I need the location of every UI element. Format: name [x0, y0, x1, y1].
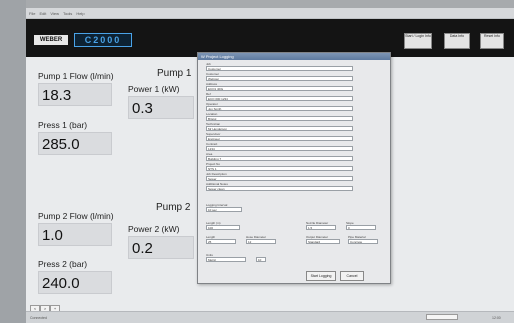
brand-logo: WEBER	[34, 35, 68, 45]
pump1-flow-value: 18.3	[38, 83, 112, 106]
field-input[interactable]: Sewer	[206, 176, 353, 181]
field-input[interactable]: ECO1 4DG	[206, 86, 353, 91]
pump2-flow-value: 1.0	[38, 223, 112, 246]
setting-input[interactable]: 12	[246, 239, 276, 244]
setting-input[interactable]: 10	[256, 257, 266, 262]
press2-label: Press 2 (bar)	[38, 259, 88, 269]
pump2-title: Pump 2	[156, 202, 191, 213]
field-input[interactable]: Jon Smith	[206, 106, 353, 111]
start-logging-button[interactable]: Start Logging	[306, 271, 336, 281]
setting-input[interactable]: 1.5	[306, 225, 336, 230]
field-input[interactable]: Customer	[206, 66, 353, 71]
setting-input[interactable]: 100	[206, 225, 240, 230]
menu-bar: File Edit View Tools Help	[26, 8, 514, 19]
field-input[interactable]: Bristol	[206, 116, 353, 121]
menu-item-help[interactable]: Help	[76, 11, 84, 16]
app-window: File Edit View Tools Help WEBER C2000 St…	[26, 8, 514, 323]
field-input[interactable]: Sewer clean	[206, 186, 353, 191]
press1-label: Press 1 (bar)	[38, 120, 88, 130]
press2-value: 240.0	[38, 271, 112, 294]
cancel-button[interactable]: Cancel	[340, 271, 364, 281]
menu-item-view[interactable]: View	[50, 11, 59, 16]
press1-value: 285.0	[38, 132, 112, 155]
pump1-power-value: 0.3	[128, 96, 194, 119]
start-login-button[interactable]: Start / Login Info	[404, 33, 432, 49]
field-input[interactable]: Webster	[206, 76, 353, 81]
setting-input[interactable]: Concrete	[348, 239, 378, 244]
dialog-title: W Project Logging	[198, 53, 390, 60]
monitor-bezel-top	[0, 0, 514, 8]
pump1-flow-label: Pump 1 Flow (l/min)	[38, 71, 114, 81]
status-bar: Connected 12:00	[26, 311, 514, 323]
setting-input[interactable]: 0	[346, 225, 376, 230]
menu-item-tools[interactable]: Tools	[63, 11, 72, 16]
brand-area: WEBER C2000	[34, 33, 132, 47]
status-text: Connected	[30, 316, 47, 320]
status-time: 12:00	[492, 316, 501, 320]
monitor-bezel-left	[0, 0, 26, 323]
setting-input[interactable]: Standard	[306, 239, 340, 244]
data-button[interactable]: Data Info	[444, 33, 470, 49]
field-input[interactable]: Building 7	[206, 156, 353, 161]
setting-input[interactable]: 25	[206, 239, 236, 244]
status-scrollbar[interactable]	[426, 314, 458, 320]
project-logging-dialog: W Project Logging Job Customer Customer …	[197, 52, 391, 284]
pump2-flow-label: Pump 2 Flow (l/min)	[38, 211, 114, 221]
field-input[interactable]: ECO 000 1234	[206, 96, 353, 101]
pump1-title: Pump 1	[157, 68, 192, 79]
reset-button[interactable]: Reset Info	[480, 33, 504, 49]
model-name: C2000	[74, 33, 132, 47]
units-select[interactable]: Metric	[206, 257, 246, 262]
pump1-power-label: Power 1 (kW)	[128, 84, 180, 94]
menu-item-file[interactable]: File	[29, 11, 35, 16]
field-input[interactable]: Engineer	[206, 136, 353, 141]
pump2-power-label: Power 2 (kW)	[128, 224, 180, 234]
menu-item-edit[interactable]: Edit	[39, 11, 46, 16]
log-interval-select[interactable]: 10 sec	[206, 207, 242, 212]
pump2-power-value: 0.2	[128, 236, 194, 259]
field-input[interactable]: Mr Henderson	[206, 126, 353, 131]
field-input[interactable]: NTS 1	[206, 166, 353, 171]
field-input[interactable]: 1234	[206, 146, 353, 151]
